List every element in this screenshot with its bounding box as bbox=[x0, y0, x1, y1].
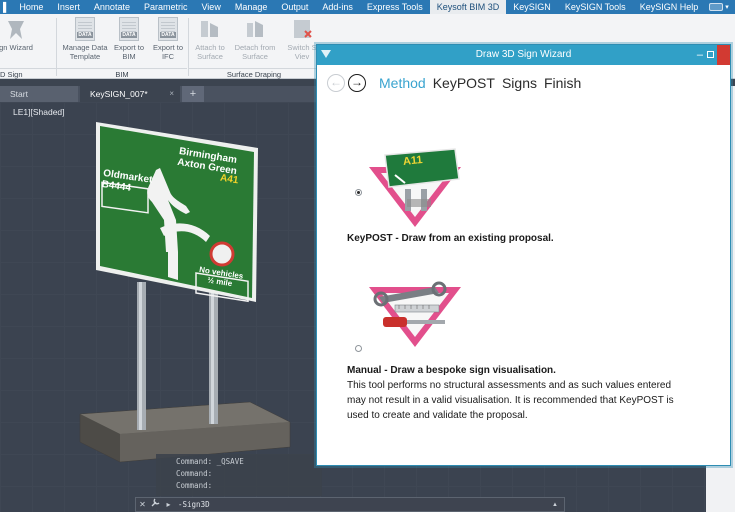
ribbon-options-icon[interactable] bbox=[709, 3, 724, 11]
detach-label-2: Surface bbox=[242, 52, 268, 61]
description-line: used to create and validate the proposal… bbox=[347, 410, 528, 421]
attach-label-2: Surface bbox=[197, 52, 223, 61]
ribbon-tab-view[interactable]: View bbox=[194, 0, 227, 14]
attach-to-surface-button[interactable]: Attach to Surface bbox=[188, 17, 232, 65]
export-bim-label-2: BIM bbox=[122, 52, 136, 61]
radio-keypost[interactable] bbox=[355, 189, 362, 196]
forward-arrow-icon[interactable]: → bbox=[348, 74, 366, 92]
manage-data-template-button[interactable]: DATA Manage Data Template bbox=[60, 17, 110, 65]
close-icon[interactable]: ✕ bbox=[136, 498, 149, 511]
dialog-title-bar[interactable]: Draw 3D Sign Wizard – bbox=[317, 45, 730, 65]
recent-commands-icon[interactable]: ▸ bbox=[162, 498, 175, 511]
export-to-ifc-button[interactable]: DATA Export to IFC bbox=[146, 17, 190, 65]
step-finish[interactable]: Finish bbox=[544, 75, 581, 91]
command-history-line: Command: _QSAVE bbox=[176, 457, 244, 466]
close-button[interactable] bbox=[717, 45, 730, 65]
step-signs[interactable]: Signs bbox=[502, 75, 537, 91]
detach-label-1: Detach from bbox=[234, 43, 276, 52]
ribbon-tab-bar: ▌ Home Insert Annotate Parametric View M… bbox=[0, 0, 735, 14]
group-label-bim: BIM bbox=[57, 68, 187, 79]
detach-from-surface-button[interactable]: Detach from Surface bbox=[230, 17, 280, 65]
tab-start-label: Start bbox=[10, 89, 28, 99]
export-bim-icon: DATA bbox=[117, 17, 141, 41]
new-tab-button[interactable]: + bbox=[182, 86, 204, 102]
wizard-nav: ← → Method KeyPOST Signs Finish bbox=[327, 72, 581, 94]
export-ifc-label-2: IFC bbox=[161, 52, 175, 61]
app-menu-stub[interactable]: ▌ bbox=[0, 0, 12, 14]
option-manual-description: This tool performs no structural assessm… bbox=[347, 378, 731, 423]
keypost-icon-text: A11 bbox=[402, 154, 424, 168]
manage-data-label-1: Manage Data bbox=[62, 43, 108, 52]
attach-label-1: Attach to bbox=[195, 43, 225, 52]
export-ifc-label-1: Export to bbox=[152, 43, 183, 52]
step-keypost[interactable]: KeyPOST bbox=[433, 75, 495, 91]
ribbon-tab-manage[interactable]: Manage bbox=[228, 0, 275, 14]
export-ifc-icon: DATA bbox=[156, 17, 180, 41]
ribbon-tab-add-ins[interactable]: Add-ins bbox=[315, 0, 360, 14]
chevron-up-icon[interactable]: ▲ bbox=[552, 502, 558, 508]
draw-3d-sign-wizard-dialog: Draw 3D Sign Wizard – ← → Method KeyPOST… bbox=[316, 44, 731, 466]
export-bim-label-1: Export to bbox=[113, 43, 144, 52]
dialog-menu-icon[interactable] bbox=[321, 50, 331, 58]
export-to-bim-button[interactable]: DATA Export to BIM bbox=[107, 17, 151, 65]
ribbon-tab-annotate[interactable]: Annotate bbox=[87, 0, 137, 14]
wrench-icon[interactable] bbox=[149, 498, 162, 511]
ribbon-tab-home[interactable]: Home bbox=[12, 0, 50, 14]
ribbon-tab-insert[interactable]: Insert bbox=[50, 0, 87, 14]
ribbon-tab-keysign[interactable]: KeySIGN bbox=[506, 0, 558, 14]
switch-view-icon bbox=[290, 17, 314, 41]
chevron-down-icon[interactable]: ▾ bbox=[725, 3, 729, 11]
tab-start[interactable]: Start bbox=[0, 86, 78, 102]
sign-wizard-label: gn Wizard bbox=[0, 43, 33, 52]
command-input[interactable]: -Sign3D bbox=[178, 500, 210, 509]
manual-tools-icon bbox=[369, 281, 461, 347]
tab-active-label: KeySIGN_007* bbox=[90, 89, 148, 99]
ribbon-tab-keysign-help[interactable]: KeySIGN Help bbox=[633, 0, 706, 14]
ribbon-tab-parametric[interactable]: Parametric bbox=[137, 0, 195, 14]
manage-data-icon: DATA bbox=[73, 17, 97, 41]
description-line: This tool performs no structural assessm… bbox=[347, 380, 672, 391]
command-history: Command: _QSAVE Command: Command: bbox=[156, 454, 322, 496]
maximize-icon[interactable] bbox=[707, 51, 714, 58]
tab-keysign-007[interactable]: KeySIGN_007* × bbox=[80, 86, 180, 102]
close-icon[interactable]: × bbox=[169, 86, 174, 102]
sign-model bbox=[79, 122, 291, 463]
ribbon-tab-output[interactable]: Output bbox=[274, 0, 315, 14]
back-arrow-icon[interactable]: ← bbox=[327, 74, 345, 92]
option-manual-title[interactable]: Manual - Draw a bespoke sign visualisati… bbox=[347, 365, 556, 376]
ribbon-tab-keysign-tools[interactable]: KeySIGN Tools bbox=[558, 0, 633, 14]
attach-surface-icon bbox=[198, 17, 222, 41]
detach-surface-icon bbox=[243, 17, 267, 41]
step-method[interactable]: Method bbox=[379, 75, 426, 91]
manage-data-label-2: Template bbox=[69, 52, 101, 61]
sign-wizard-icon bbox=[4, 17, 28, 41]
radio-manual[interactable] bbox=[355, 345, 362, 352]
ribbon-tab-express-tools[interactable]: Express Tools bbox=[360, 0, 430, 14]
ribbon-tab-keysoft-bim-3d[interactable]: Keysoft BIM 3D bbox=[429, 0, 507, 14]
command-line[interactable]: ✕ ▸ -Sign3D ▲ bbox=[135, 497, 565, 512]
group-label-surface-draping: Surface Draping bbox=[189, 68, 319, 79]
minimize-icon[interactable]: – bbox=[697, 45, 703, 65]
no-vehicles-roundel bbox=[209, 241, 235, 267]
group-label-sign: D Sign bbox=[0, 68, 56, 79]
option-keypost-title[interactable]: KeyPOST - Draw from an existing proposal… bbox=[347, 233, 554, 244]
description-line: may not result in a valid visualisation.… bbox=[347, 395, 674, 406]
dialog-title: Draw 3D Sign Wizard bbox=[475, 49, 572, 60]
command-history-line: Command: bbox=[176, 481, 213, 490]
sign-wizard-button[interactable]: gn Wizard bbox=[0, 17, 38, 65]
app-window: ▌ Home Insert Annotate Parametric View M… bbox=[0, 0, 735, 512]
command-history-line: Command: bbox=[176, 469, 213, 478]
